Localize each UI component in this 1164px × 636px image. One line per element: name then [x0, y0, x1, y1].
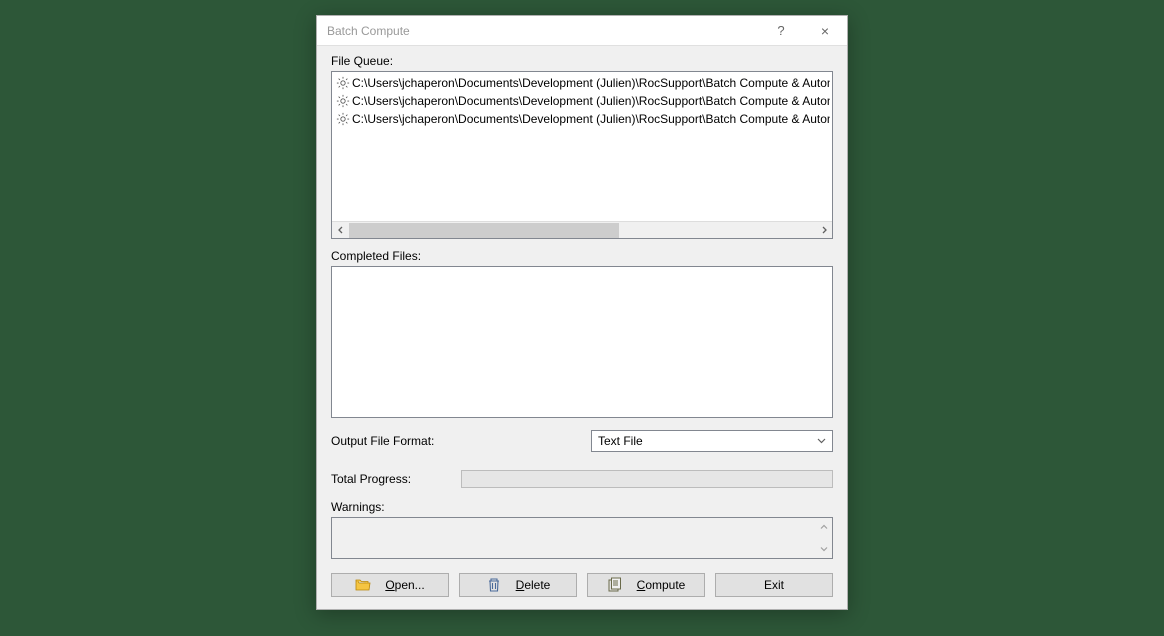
delete-button[interactable]: Delete [459, 573, 577, 597]
gear-icon [336, 76, 350, 90]
warnings-content [332, 518, 815, 558]
close-button[interactable]: × [803, 16, 847, 46]
output-format-label: Output File Format: [331, 434, 591, 448]
compute-label: Compute [637, 578, 686, 592]
scroll-up-icon[interactable] [815, 520, 832, 534]
total-progress-label: Total Progress: [331, 472, 461, 486]
completed-files-listbox[interactable] [331, 266, 833, 418]
gear-icon [336, 94, 350, 108]
compute-icon [607, 577, 623, 593]
exit-label: Exit [764, 578, 784, 592]
scroll-thumb[interactable] [349, 223, 619, 238]
titlebar: Batch Compute ? × [317, 16, 847, 46]
output-format-select[interactable]: Text File [591, 430, 833, 452]
list-item[interactable]: C:\Users\jchaperon\Documents\Development… [334, 110, 830, 128]
list-item[interactable]: C:\Users\jchaperon\Documents\Development… [334, 74, 830, 92]
list-item[interactable]: C:\Users\jchaperon\Documents\Development… [334, 92, 830, 110]
open-button[interactable]: Open... [331, 573, 449, 597]
scroll-down-icon[interactable] [815, 542, 832, 556]
file-path: C:\Users\jchaperon\Documents\Development… [352, 94, 830, 108]
file-queue-items: C:\Users\jchaperon\Documents\Development… [332, 72, 832, 221]
horizontal-scrollbar[interactable] [332, 221, 832, 238]
file-queue-listbox[interactable]: C:\Users\jchaperon\Documents\Development… [331, 71, 833, 239]
window-title: Batch Compute [327, 24, 759, 38]
completed-files-label: Completed Files: [331, 249, 833, 263]
gear-icon [336, 112, 350, 126]
progress-bar [461, 470, 833, 488]
scroll-left-icon[interactable] [332, 222, 349, 239]
batch-compute-dialog: Batch Compute ? × File Queue: C:\Users\j… [316, 15, 848, 610]
file-path: C:\Users\jchaperon\Documents\Development… [352, 76, 830, 90]
delete-label: Delete [516, 578, 551, 592]
warnings-label: Warnings: [331, 500, 833, 514]
help-button[interactable]: ? [759, 16, 803, 46]
vertical-scrollbar[interactable] [815, 518, 832, 558]
folder-icon [355, 577, 371, 593]
scroll-right-icon[interactable] [815, 222, 832, 239]
file-path: C:\Users\jchaperon\Documents\Development… [352, 112, 830, 126]
dialog-content: File Queue: C:\Users\jchaperon\Documents… [317, 46, 847, 609]
output-format-value: Text File [598, 434, 817, 448]
compute-button[interactable]: Compute [587, 573, 705, 597]
chevron-down-icon [817, 436, 826, 446]
file-queue-label: File Queue: [331, 54, 833, 68]
warnings-textbox[interactable] [331, 517, 833, 559]
trash-icon [486, 577, 502, 593]
scroll-track[interactable] [349, 222, 815, 239]
exit-button[interactable]: Exit [715, 573, 833, 597]
open-label: Open... [385, 578, 424, 592]
button-row: Open... Delete Compute Exit [331, 573, 833, 597]
